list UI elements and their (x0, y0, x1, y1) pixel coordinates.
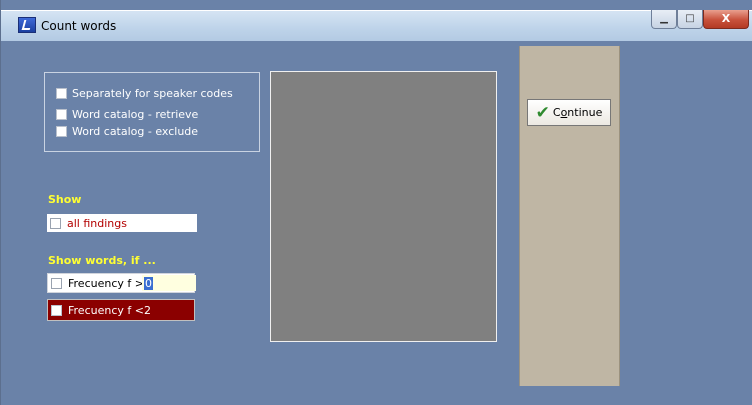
continue-button[interactable]: ✔ Continue (527, 99, 611, 126)
option-label: Separately for speaker codes (72, 86, 233, 100)
option-catalog-exclude[interactable]: Word catalog - exclude (56, 124, 198, 138)
checkbox[interactable] (50, 217, 61, 229)
app-icon (18, 17, 36, 33)
action-panel (519, 46, 620, 386)
show-words-heading: Show words, if ... (48, 254, 156, 267)
all-findings-option[interactable]: all findings (47, 214, 197, 232)
frequency-less-option[interactable]: Frecuency f < 2 (47, 299, 195, 321)
close-button[interactable]: X (703, 10, 749, 29)
frequency-greater-input[interactable]: 0 (142, 275, 196, 291)
frequency-greater-option[interactable]: Frecuency f > 0 (47, 273, 196, 293)
frequency-greater-label: Frecuency f > (68, 276, 144, 290)
option-catalog-retrieve[interactable]: Word catalog - retrieve (56, 107, 198, 121)
minimize-button[interactable]: ▁ (651, 10, 677, 29)
count-words-window: Count words ▁ □ X Separately for speaker… (0, 0, 752, 405)
checkbox[interactable] (56, 87, 67, 99)
checkbox[interactable] (51, 304, 62, 316)
frequency-less-value[interactable]: 2 (144, 304, 151, 317)
maximize-button[interactable]: □ (677, 10, 703, 29)
frequency-less-label: Frecuency f < (68, 303, 144, 317)
window-title: Count words (41, 19, 117, 33)
frequency-greater-value: 0 (144, 276, 153, 290)
option-speaker-codes[interactable]: Separately for speaker codes (56, 86, 233, 100)
all-findings-label: all findings (67, 216, 127, 230)
option-label: Word catalog - exclude (72, 124, 199, 138)
continue-label: Continue (552, 106, 603, 119)
check-icon: ✔ (535, 102, 550, 123)
checkbox[interactable] (51, 277, 62, 289)
checkbox[interactable] (56, 108, 67, 120)
show-heading: Show (48, 193, 82, 206)
preview-panel (270, 71, 497, 342)
checkbox[interactable] (56, 125, 67, 137)
option-label: Word catalog - retrieve (72, 107, 199, 121)
